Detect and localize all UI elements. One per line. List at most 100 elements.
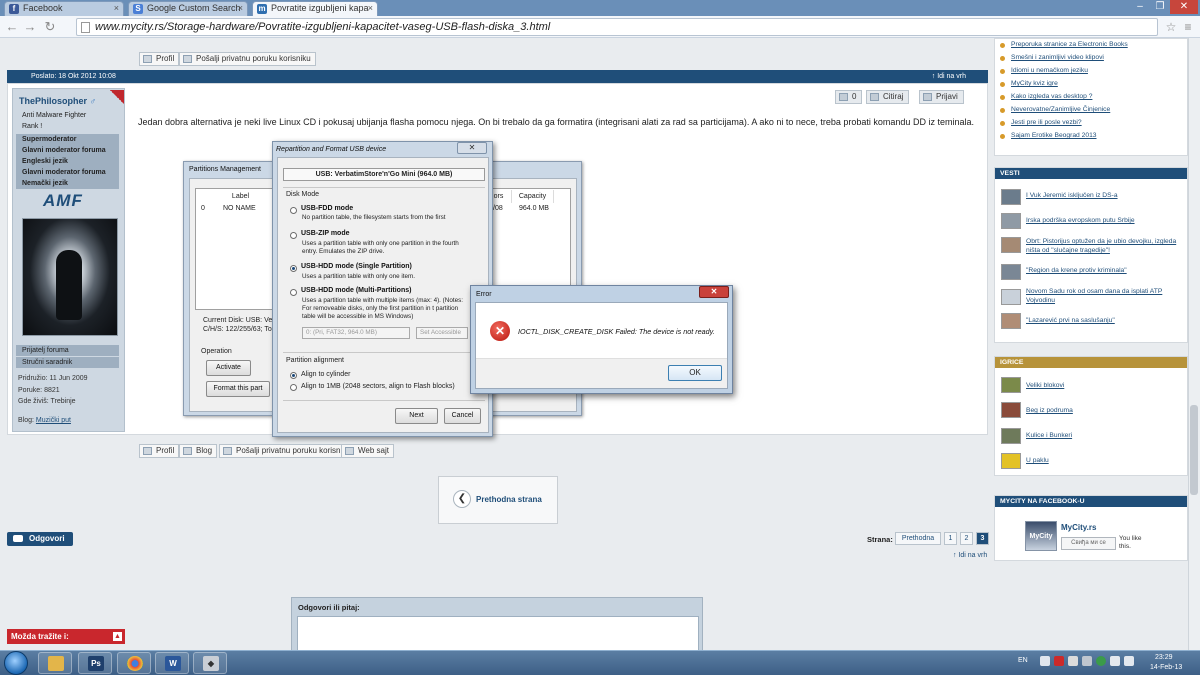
sidebar-link[interactable]: Idiomi u nemačkom jeziku: [1011, 67, 1088, 74]
private-message-button[interactable]: Pošalji privatnu poruku korisniku: [219, 444, 356, 458]
sidebar-link[interactable]: Kako izgleda vas desktop ?: [1011, 93, 1092, 100]
game-thumbnail[interactable]: [1001, 428, 1021, 444]
website-button[interactable]: Web sajt: [341, 444, 394, 458]
news-link[interactable]: I Vuk Jeremić isključen iz DS-a: [1026, 192, 1118, 199]
sidebar-link[interactable]: Jesti pre ili posle vezbi?: [1011, 119, 1082, 126]
news-thumbnail[interactable]: [1001, 289, 1021, 305]
game-thumbnail[interactable]: [1001, 402, 1021, 418]
facebook-page-name[interactable]: MyCity.rs: [1061, 523, 1096, 532]
cancel-button[interactable]: Cancel: [444, 408, 481, 424]
news-link[interactable]: Novom Sadu rok od osam dana da isplati A…: [1026, 287, 1176, 305]
news-link[interactable]: "Lazarević prvi na saslušanju": [1026, 317, 1115, 324]
tray-icon[interactable]: [1054, 656, 1064, 666]
taskbar-word[interactable]: W: [155, 652, 189, 674]
news-thumbnail[interactable]: [1001, 213, 1021, 229]
sidebar-link[interactable]: Neverovatne/Zanimljive Činjenice: [1011, 106, 1110, 113]
game-link[interactable]: U paklu: [1026, 457, 1049, 464]
tray-icon[interactable]: [1096, 656, 1106, 666]
previous-page-link[interactable]: Prethodna strana: [476, 495, 542, 504]
close-window-icon[interactable]: ✕: [1170, 0, 1198, 14]
close-icon[interactable]: ×: [114, 2, 119, 15]
news-thumbnail[interactable]: [1001, 313, 1021, 329]
align-cylinder-radio[interactable]: [290, 372, 297, 379]
expand-icon[interactable]: ▲: [113, 632, 122, 641]
news-thumbnail[interactable]: [1001, 264, 1021, 280]
news-link[interactable]: Obrt: Pistorijus optužen da je ubio devo…: [1026, 237, 1184, 255]
language-indicator[interactable]: EN: [1018, 657, 1028, 664]
tray-icon[interactable]: [1040, 656, 1050, 666]
facebook-like-button[interactable]: Свиђа ми се: [1061, 537, 1116, 550]
like-button[interactable]: 0: [835, 90, 863, 104]
taskbar-usb-tool[interactable]: ◆: [193, 652, 227, 674]
pagination-prev[interactable]: Prethodna: [895, 532, 941, 545]
mode-radio-hdd-single[interactable]: [290, 265, 297, 272]
back-icon[interactable]: ←: [4, 19, 20, 35]
quote-button[interactable]: Citiraj: [866, 90, 910, 104]
news-thumbnail[interactable]: [1001, 237, 1021, 253]
game-link[interactable]: Beg iz podruma: [1026, 407, 1073, 414]
game-thumbnail[interactable]: [1001, 453, 1021, 469]
taskbar-explorer[interactable]: [38, 652, 72, 674]
clock-date[interactable]: 14-Feb-13: [1150, 664, 1182, 671]
maybe-looking-for-bar[interactable]: Možda tražite i: ▲: [7, 629, 125, 644]
game-link[interactable]: Veliki blokovi: [1026, 382, 1064, 389]
close-icon[interactable]: ✕: [699, 286, 729, 298]
maximize-icon[interactable]: ❐: [1150, 0, 1170, 14]
format-partition-button[interactable]: Format this part: [206, 381, 270, 397]
reload-icon[interactable]: ↻: [42, 19, 58, 35]
taskbar-photoshop[interactable]: Ps: [78, 652, 112, 674]
blog-button[interactable]: Blog: [179, 444, 218, 458]
pagination-page[interactable]: 2: [960, 532, 973, 545]
reply-button[interactable]: Odgovori: [7, 532, 73, 546]
tab-active[interactable]: m Povratite izgubljeni kapa ×: [252, 1, 378, 16]
close-icon[interactable]: ×: [238, 2, 243, 15]
blog-link[interactable]: Muzički put: [36, 417, 71, 424]
report-button[interactable]: Prijavi: [919, 90, 964, 104]
game-thumbnail[interactable]: [1001, 377, 1021, 393]
tab-facebook[interactable]: f Facebook ×: [4, 1, 124, 16]
sidebar-link[interactable]: MyCity kviz igre: [1011, 80, 1058, 87]
sidebar-link[interactable]: Preporuka stranice za Electronic Books: [1011, 41, 1128, 48]
user-link[interactable]: Stručni saradnik: [16, 357, 119, 368]
minimize-icon[interactable]: –: [1130, 0, 1150, 14]
next-button[interactable]: Next: [395, 408, 438, 424]
clock-time[interactable]: 23:29: [1155, 654, 1173, 661]
game-link[interactable]: Kulice i Bunkeri: [1026, 432, 1072, 439]
ok-button[interactable]: OK: [668, 365, 722, 381]
to-top-link[interactable]: ↑ Idi na vrh: [953, 552, 987, 559]
activate-button[interactable]: Activate: [206, 360, 251, 376]
pagination-current[interactable]: 3: [976, 532, 989, 545]
network-icon[interactable]: [1110, 656, 1120, 666]
private-message-button[interactable]: Pošalji privatnu poruku korisniku: [179, 52, 316, 66]
taskbar-chrome[interactable]: [117, 652, 151, 674]
close-icon[interactable]: ×: [368, 2, 373, 15]
news-link[interactable]: "Region da krene protiv kriminala": [1026, 267, 1127, 274]
profile-button[interactable]: Profil: [139, 52, 180, 66]
mode-radio-zip[interactable]: [290, 232, 297, 239]
pagination-page[interactable]: 1: [944, 532, 957, 545]
scrollbar-thumb[interactable]: [1190, 405, 1198, 495]
tab-google[interactable]: S Google Custom Search ×: [128, 1, 248, 16]
tray-icon[interactable]: [1082, 656, 1092, 666]
profile-button[interactable]: Profil: [139, 444, 180, 458]
mode-radio-fdd[interactable]: [290, 207, 297, 214]
scrollbar[interactable]: [1188, 38, 1200, 650]
user-link[interactable]: Prijatelj foruma: [16, 345, 119, 356]
set-accessible-button[interactable]: Set Accessible: [416, 327, 468, 339]
start-button[interactable]: [4, 651, 28, 675]
chevron-left-icon[interactable]: ❮: [453, 490, 471, 508]
username[interactable]: ThePhilosopher ♂: [19, 96, 96, 106]
address-bar[interactable]: www.mycity.rs/Storage-hardware/Povratite…: [76, 18, 1158, 36]
volume-icon[interactable]: [1124, 656, 1134, 666]
close-icon[interactable]: ✕: [457, 142, 487, 154]
sidebar-link[interactable]: Sajam Erotike Beograd 2013: [1011, 132, 1097, 139]
partition-select[interactable]: 0: (Pri, FAT32, 964.0 MB): [302, 327, 410, 339]
mode-radio-hdd-multi[interactable]: [290, 289, 297, 296]
align-1mb-radio[interactable]: [290, 384, 297, 391]
star-icon[interactable]: ☆: [1163, 19, 1179, 35]
tray-icon[interactable]: [1068, 656, 1078, 666]
news-thumbnail[interactable]: [1001, 189, 1021, 205]
forward-icon[interactable]: →: [22, 19, 38, 35]
to-top-link[interactable]: ↑ Idi na vrh: [932, 70, 966, 83]
menu-icon[interactable]: ≡: [1180, 19, 1196, 35]
